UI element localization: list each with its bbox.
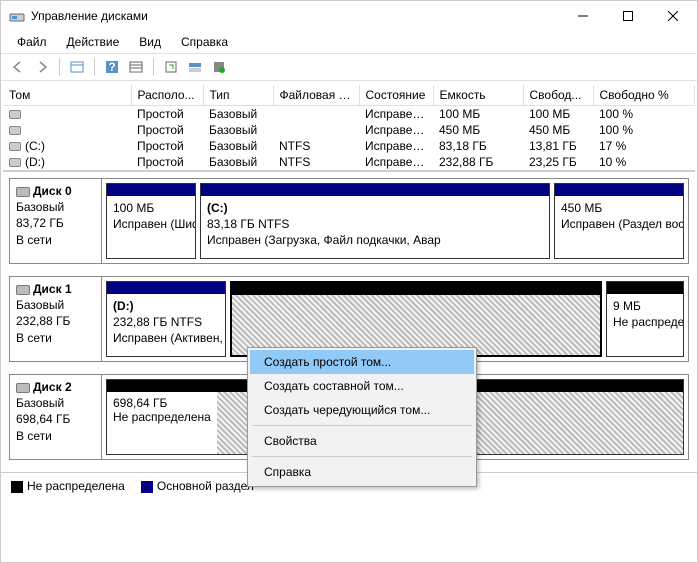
titlebar: Управление дисками [1,1,697,31]
toolbar: ? [1,53,697,81]
column-headers[interactable]: Том Располо... Тип Файловая с... Состоян… [3,85,695,106]
menu-action[interactable]: Действие [59,33,128,51]
disk-icon [16,187,30,197]
disk-0-partition-c[interactable]: (C:)83,18 ГБ NTFSИсправен (Загрузка, Фай… [200,183,550,259]
menu-create-spanned-volume[interactable]: Создать составной том... [250,374,474,398]
maximize-button[interactable] [605,2,650,30]
menu-properties[interactable]: Свойства [250,429,474,453]
col-state[interactable]: Состояние [359,85,433,106]
volume-row[interactable]: (C:)ПростойБазовыйNTFSИсправен...83,18 Г… [3,138,695,154]
disk-2-info[interactable]: Диск 2 Базовый 698,64 ГБ В сети [10,375,102,459]
disk-0-partition-2[interactable]: 450 МБИсправен (Раздел вос [554,183,684,259]
volume-row[interactable]: (D:)ПростойБазовыйNTFSИсправен...232,88 … [3,154,695,170]
panel-icon[interactable] [66,56,88,78]
disk-0-info[interactable]: Диск 0 Базовый 83,72 ГБ В сети [10,179,102,263]
col-filesystem[interactable]: Файловая с... [273,85,359,106]
hatch-fill [232,295,600,355]
partition-color-bar [107,184,195,196]
back-button[interactable] [7,56,29,78]
legend-primary: Основной раздел [141,479,254,493]
volume-list: Том Располо... Тип Файловая с... Состоян… [3,85,695,172]
partition-color-bar [232,283,600,295]
context-menu: Создать простой том... Создать составной… [247,347,477,487]
partition-color-bar [555,184,683,196]
window-title: Управление дисками [31,9,560,23]
close-button[interactable] [650,2,695,30]
menu-separator [252,456,472,457]
disk-1-partition-2[interactable]: 9 МБНе распреде [606,281,684,357]
disk-0-partition-0[interactable]: 100 МБИсправен (Шиф [106,183,196,259]
partition-color-bar [607,282,683,294]
volume-row[interactable]: ПростойБазовыйИсправен...450 МБ450 МБ100… [3,122,695,138]
help-icon[interactable]: ? [101,56,123,78]
disk-layout-icon[interactable] [184,56,206,78]
menu-file[interactable]: Файл [9,33,55,51]
menu-view[interactable]: Вид [131,33,169,51]
disk-icon [16,285,30,295]
disk-1-info[interactable]: Диск 1 Базовый 232,88 ГБ В сети [10,277,102,361]
list-icon[interactable] [125,56,147,78]
col-type[interactable]: Тип [203,85,273,106]
disk-0-row: Диск 0 Базовый 83,72 ГБ В сети 100 МБИсп… [9,178,689,264]
volume-row[interactable]: ПростойБазовыйИсправен...100 МБ100 МБ100… [3,106,695,123]
volume-icon [9,110,21,119]
svg-text:?: ? [108,60,115,74]
volume-icon [9,142,21,151]
minimize-button[interactable] [560,2,605,30]
menubar: Файл Действие Вид Справка [1,31,697,53]
partition-color-bar [201,184,549,196]
disk-1-partition-d[interactable]: (D:)232,88 ГБ NTFSИсправен (Активен, [106,281,226,357]
partition-color-bar [107,282,225,294]
menu-help[interactable]: Справка [173,33,236,51]
forward-button[interactable] [31,56,53,78]
col-capacity[interactable]: Емкость [433,85,523,106]
col-freepercent[interactable]: Свободно % [593,85,695,106]
menu-separator [252,425,472,426]
disk-icon [16,383,30,393]
refresh-icon[interactable] [160,56,182,78]
menu-create-simple-volume[interactable]: Создать простой том... [250,350,474,374]
col-layout[interactable]: Располо... [131,85,203,106]
action-icon[interactable] [208,56,230,78]
volume-icon [9,126,21,135]
disk-1-unallocated[interactable] [230,281,602,357]
app-icon [9,8,25,24]
volume-icon [9,158,21,167]
menu-help[interactable]: Справка [250,460,474,484]
col-free[interactable]: Свобод... [523,85,593,106]
menu-create-striped-volume[interactable]: Создать чередующийся том... [250,398,474,422]
col-volume[interactable]: Том [3,85,131,106]
legend-unallocated: Не распределена [11,479,125,493]
